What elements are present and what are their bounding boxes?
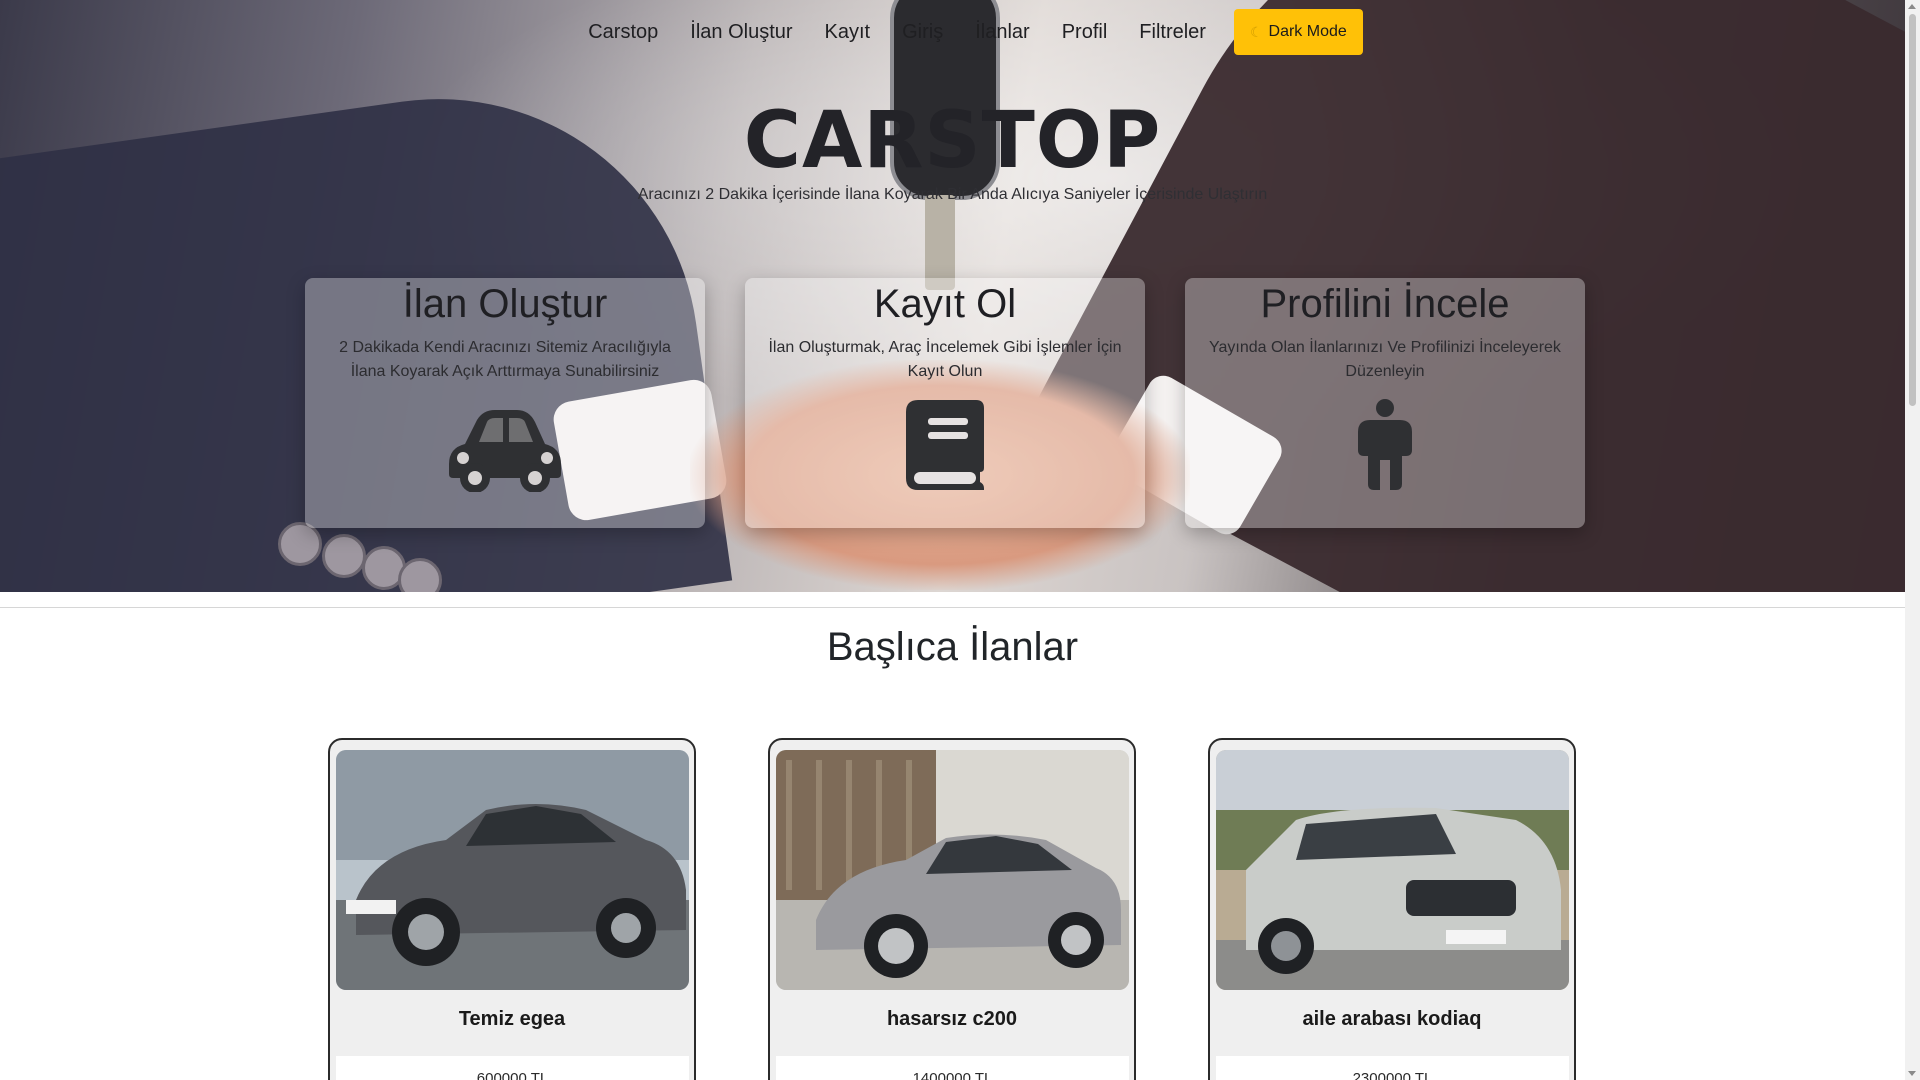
feature-text: 2 Dakikada Kendi Aracınızı Sitemiz Aracı… bbox=[339, 339, 671, 380]
listings-heading: Başlıca İlanlar bbox=[826, 625, 1079, 669]
listing-card[interactable]: aile arabası kodiaq 2300000 TL bbox=[1208, 738, 1576, 1080]
listing-title[interactable]: Temiz egea bbox=[330, 1008, 694, 1031]
moon-icon: ☾ bbox=[1249, 24, 1263, 40]
feature-title: Profilini İncele bbox=[1260, 282, 1510, 326]
listing-title[interactable]: aile arabası kodiaq bbox=[1210, 1008, 1574, 1031]
feature-text: Yayında Olan İlanlarınızı Ve Profilinizi… bbox=[1209, 339, 1561, 380]
dark-mode-label: Dark Mode bbox=[1268, 23, 1347, 40]
listing-card[interactable]: Temiz egea 600000 TL bbox=[328, 738, 696, 1080]
listing-title[interactable]: hasarsız c200 bbox=[770, 1008, 1134, 1031]
listing-price: 600000 TL bbox=[336, 1056, 689, 1080]
nav-item-filtreler[interactable]: Filtreler bbox=[1123, 10, 1222, 54]
listing-card[interactable]: hasarsız c200 1400000 TL bbox=[768, 738, 1136, 1080]
top-navigation: Carstop İlan Oluştur Kayıt Giriş İlanlar… bbox=[0, 9, 1905, 55]
hero-suit-button bbox=[278, 522, 322, 566]
listing-photo[interactable] bbox=[1216, 750, 1569, 990]
car-icon bbox=[305, 408, 705, 492]
hero-key-blade bbox=[925, 195, 955, 290]
nav-item-profil[interactable]: Profil bbox=[1046, 10, 1124, 54]
nav-item-ilanlar[interactable]: İlanlar bbox=[959, 10, 1045, 54]
nav-item-kayit[interactable]: Kayıt bbox=[809, 10, 887, 54]
feature-title: Kayıt Ol bbox=[873, 282, 1017, 326]
page-title: CARSTOP bbox=[743, 96, 1162, 186]
listing-price: 2300000 TL bbox=[1216, 1056, 1569, 1080]
book-icon bbox=[745, 398, 1145, 492]
page-scrollbar[interactable] bbox=[1905, 0, 1920, 1080]
feature-card-register[interactable]: Kayıt Ol İlan Oluşturmak, Araç İncelemek… bbox=[745, 278, 1145, 528]
nav-item-ilan-olustur[interactable]: İlan Oluştur bbox=[674, 10, 808, 54]
dark-mode-button[interactable]: ☾ Dark Mode bbox=[1233, 9, 1363, 55]
section-divider bbox=[0, 607, 1905, 608]
hero-subtitle: Aracınızı 2 Dakika İçerisinde İlana Koya… bbox=[637, 186, 1268, 203]
listing-photo[interactable] bbox=[776, 750, 1129, 990]
scroll-up-arrow-icon[interactable] bbox=[1908, 4, 1916, 9]
nav-item-carstop[interactable]: Carstop bbox=[572, 10, 674, 54]
scroll-down-arrow-icon[interactable] bbox=[1908, 1071, 1916, 1076]
hero-suit-button bbox=[322, 534, 366, 578]
feature-card-profile[interactable]: Profilini İncele Yayında Olan İlanlarını… bbox=[1185, 278, 1585, 528]
person-icon bbox=[1185, 398, 1585, 492]
listing-price: 1400000 TL bbox=[776, 1056, 1129, 1080]
feature-text: İlan Oluşturmak, Araç İncelemek Gibi İşl… bbox=[768, 339, 1122, 380]
listing-photo[interactable] bbox=[336, 750, 689, 990]
scrollbar-thumb[interactable] bbox=[1909, 14, 1916, 406]
feature-title: İlan Oluştur bbox=[402, 282, 608, 326]
feature-card-create-listing[interactable]: İlan Oluştur 2 Dakikada Kendi Aracınızı … bbox=[305, 278, 705, 528]
nav-item-giris[interactable]: Giriş bbox=[886, 10, 959, 54]
